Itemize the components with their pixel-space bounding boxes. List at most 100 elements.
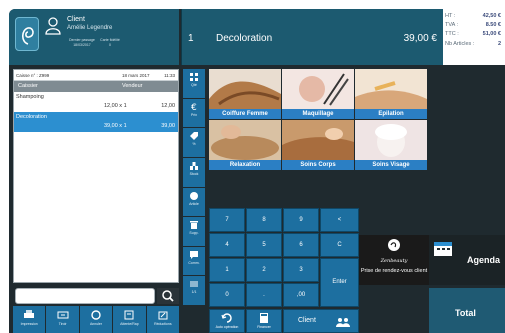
ticket-info: Caisse n° : Z999 18 mars 2017 11:33	[14, 70, 178, 81]
refresh-icon	[221, 313, 232, 323]
search-input[interactable]	[15, 288, 155, 304]
calculator-icon	[260, 313, 268, 323]
fidelity-card: Carte fidélité 0	[100, 38, 120, 47]
numeric-keypad: 7 8 9 < 4 5 6 C 1 2 3 Enter 0 . ,00	[209, 208, 359, 308]
key-4[interactable]: 4	[209, 233, 245, 257]
appointment-button[interactable]: Zenbeauty Prise de rendez-vous client	[359, 235, 429, 285]
category-epilation[interactable]: Epilation	[355, 69, 427, 119]
discounts-button[interactable]: Réductions	[146, 306, 180, 333]
ticket-line-selected[interactable]: Decoloration 39,00 x 1 39,00	[14, 112, 178, 132]
cancel-icon	[91, 310, 101, 320]
app-logo	[15, 17, 39, 51]
client-button[interactable]: Client	[283, 309, 359, 333]
category-soins-visage[interactable]: Soins Visage	[355, 120, 427, 170]
users-icon	[336, 318, 350, 327]
agenda-button[interactable]: Agenda	[429, 235, 505, 285]
client-name: Amélie Legendre	[67, 25, 113, 31]
client-header[interactable]: Client Amélie Legendre Dernier passage 1…	[9, 9, 179, 65]
current-item-price: 39,00 €	[403, 33, 437, 44]
comment-button[interactable]: Comm.	[183, 246, 205, 276]
cancel-button[interactable]: Annuler	[79, 306, 113, 333]
delete-button[interactable]: Supp.	[183, 217, 205, 246]
category-coiffure-femme[interactable]: Coiffure Femme	[209, 69, 281, 119]
article-count: Nb Articles :2	[445, 41, 501, 47]
ticket-line[interactable]: Shampoing 12,00 x 1 12,00	[14, 92, 178, 112]
epilation-photo	[355, 69, 427, 109]
price-button[interactable]: € Prix	[183, 98, 205, 128]
total-ttc: TTC :51,00 €	[445, 31, 501, 37]
drawer-icon	[57, 311, 69, 319]
ticket-time: 11:33	[164, 73, 175, 78]
quantity-button[interactable]: Qté	[183, 69, 205, 98]
hold-icon	[124, 310, 134, 320]
ticket-columns: Caissier Vendeur	[14, 81, 178, 92]
total-button[interactable]: Total	[429, 288, 505, 333]
register-number: Caisse n° : Z999	[16, 73, 50, 78]
key-6[interactable]: 6	[283, 233, 319, 257]
svg-text:€: €	[191, 103, 197, 112]
euro-icon: €	[191, 103, 197, 112]
tag-icon	[190, 132, 198, 141]
key-2[interactable]: 2	[246, 258, 282, 282]
percent-button[interactable]: %	[183, 128, 205, 157]
client-icon	[45, 17, 61, 35]
key-00[interactable]: ,00	[283, 283, 319, 307]
spiral-logo-icon	[21, 27, 34, 45]
printer-icon	[24, 310, 35, 318]
drawer-button[interactable]: Tiroir	[46, 306, 79, 333]
auto-operation-button[interactable]: Auto opération	[209, 309, 245, 333]
current-item-display: 1 Decoloration 39,00 €	[181, 9, 443, 65]
hold-recall-button[interactable]: Attente/Rap	[113, 306, 146, 333]
key-dot[interactable]: .	[246, 283, 282, 307]
totals-panel: HT :42,50 € TVA :8.50 € TTC :51,00 € Nb …	[443, 9, 505, 65]
search-button[interactable]	[157, 288, 179, 304]
search-icon	[162, 290, 174, 302]
stock-icon	[190, 161, 198, 170]
makeup-photo	[282, 69, 354, 109]
last-visit: Dernier passage 18/03/2017	[69, 38, 95, 47]
page-button[interactable]: 1/1	[183, 276, 205, 305]
total-ht: HT :42,50 €	[445, 13, 501, 19]
pos-screen: Client Amélie Legendre Dernier passage 1…	[9, 9, 505, 333]
trash-icon	[190, 221, 198, 230]
total-tva: TVA :8.50 €	[445, 22, 501, 28]
key-5[interactable]: 5	[246, 233, 282, 257]
discount-icon	[158, 311, 168, 320]
stock-button[interactable]: Stock	[183, 157, 205, 187]
key-clear[interactable]: C	[320, 233, 359, 257]
key-1[interactable]: 1	[209, 258, 245, 282]
svg-text:Zenbeauty: Zenbeauty	[380, 258, 408, 264]
category-soins-corps[interactable]: Soins Corps	[282, 120, 354, 170]
lines-icon	[190, 281, 198, 287]
current-item-name: Decoloration	[216, 33, 273, 44]
ticket-date: 18 mars 2017	[122, 73, 150, 78]
key-3[interactable]: 3	[283, 258, 319, 282]
bottom-toolbar: Impression Tiroir Annuler Attente/Rap Ré…	[13, 306, 180, 333]
quantity-icon	[190, 73, 198, 81]
financer-button[interactable]: Financer	[246, 309, 282, 333]
column-seller: Vendeur	[122, 83, 143, 89]
column-cashier: Caissier	[18, 83, 38, 89]
info-icon	[190, 191, 198, 200]
facial-care-photo	[355, 120, 427, 160]
article-button[interactable]: Article	[183, 187, 205, 217]
print-button[interactable]: Impression	[13, 306, 46, 333]
current-qty: 1	[188, 33, 194, 44]
relaxation-photo	[209, 120, 281, 160]
key-8[interactable]: 8	[246, 208, 282, 232]
key-enter[interactable]: Enter	[320, 258, 359, 307]
zenbeauty-logo-icon: Zenbeauty	[380, 239, 408, 264]
calendar-icon	[434, 242, 452, 256]
operations-bar: Auto opération Financer Client	[209, 309, 359, 333]
key-0[interactable]: 0	[209, 283, 245, 307]
comment-icon	[190, 250, 198, 259]
key-backspace[interactable]: <	[320, 208, 359, 232]
key-9[interactable]: 9	[283, 208, 319, 232]
ticket-panel: Caisse n° : Z999 18 mars 2017 11:33 Cais…	[13, 69, 179, 283]
category-relaxation[interactable]: Relaxation	[209, 120, 281, 170]
body-care-photo	[282, 120, 354, 160]
category-maquillage[interactable]: Maquillage	[282, 69, 354, 119]
key-7[interactable]: 7	[209, 208, 245, 232]
client-label: Client	[67, 16, 85, 23]
hair-photo	[209, 69, 281, 109]
